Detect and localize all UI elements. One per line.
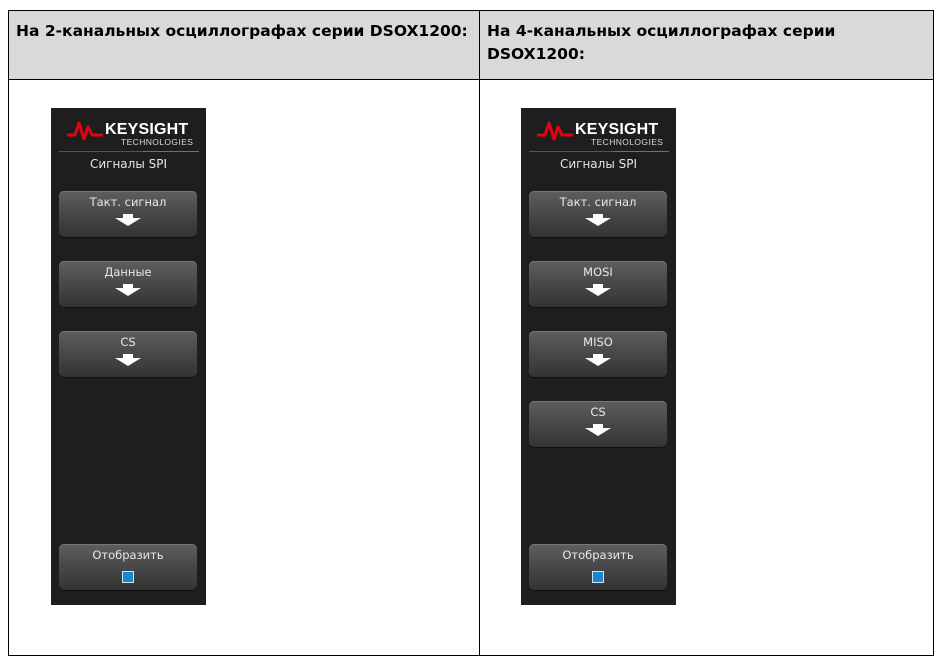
softkey-miso[interactable]: MISO xyxy=(529,331,667,377)
brand-subtitle: TECHNOLOGIES xyxy=(121,137,194,147)
softkey-display[interactable]: Отобразить xyxy=(529,544,667,590)
arrow-down-icon xyxy=(115,354,141,366)
arrow-down-icon xyxy=(585,424,611,436)
arrow-down-icon xyxy=(585,354,611,366)
softkey-mosi-label: MOSI xyxy=(583,265,613,279)
header-2-channel: На 2-канальных осциллографах серии DSOX1… xyxy=(8,10,480,80)
header-4-channel-text: На 4-канальных осциллографах серии DSOX1… xyxy=(487,22,836,63)
checkbox-icon[interactable] xyxy=(592,571,604,583)
header-4-channel: На 4-канальных осциллографах серии DSOX1… xyxy=(479,10,934,80)
panel-title: Сигналы SPI xyxy=(89,157,168,171)
keysight-logo: KEYSIGHT TECHNOLOGIES xyxy=(67,117,197,147)
arrow-down-icon xyxy=(585,284,611,296)
arrow-down-icon xyxy=(585,214,611,226)
brand-name: KEYSIGHT xyxy=(105,121,189,138)
softkey-data[interactable]: Данные xyxy=(59,261,197,307)
checkbox-icon[interactable] xyxy=(122,571,134,583)
softkey-data-label: Данные xyxy=(104,265,152,279)
softkey-display-label: Отобразить xyxy=(562,548,634,562)
arrow-down-icon xyxy=(115,284,141,296)
softkey-cs[interactable]: CS xyxy=(59,331,197,377)
softkey-clock-label: Такт. сигнал xyxy=(89,195,167,209)
softkey-cs-label: CS xyxy=(120,335,136,349)
softkey-panel-2-channel: KEYSIGHT TECHNOLOGIES Сигналы SPI Такт. … xyxy=(51,108,206,605)
keysight-logo: KEYSIGHT TECHNOLOGIES xyxy=(537,117,667,147)
softkey-panel-4-channel: KEYSIGHT TECHNOLOGIES Сигналы SPI Такт. … xyxy=(521,108,676,605)
divider xyxy=(59,151,143,152)
softkey-miso-label: MISO xyxy=(583,335,613,349)
softkey-display-label: Отобразить xyxy=(92,548,164,562)
softkey-cs-label: CS xyxy=(590,405,606,419)
arrow-down-icon xyxy=(115,214,141,226)
softkey-cs[interactable]: CS xyxy=(529,401,667,447)
softkey-mosi[interactable]: MOSI xyxy=(529,261,667,307)
divider xyxy=(529,151,613,152)
softkey-clock-label: Такт. сигнал xyxy=(559,195,637,209)
softkey-clock[interactable]: Такт. сигнал xyxy=(59,191,197,237)
panel-title: Сигналы SPI xyxy=(559,157,638,171)
divider-accent xyxy=(143,151,199,152)
header-2-channel-text: На 2-канальных осциллографах серии DSOX1… xyxy=(16,22,468,40)
brand-name: KEYSIGHT xyxy=(575,121,659,138)
softkey-display[interactable]: Отобразить xyxy=(59,544,197,590)
softkey-clock[interactable]: Такт. сигнал xyxy=(529,191,667,237)
keysight-wave-logo-icon xyxy=(537,121,573,141)
brand-subtitle: TECHNOLOGIES xyxy=(591,137,664,147)
divider-accent xyxy=(613,151,669,152)
keysight-wave-logo-icon xyxy=(67,121,103,141)
